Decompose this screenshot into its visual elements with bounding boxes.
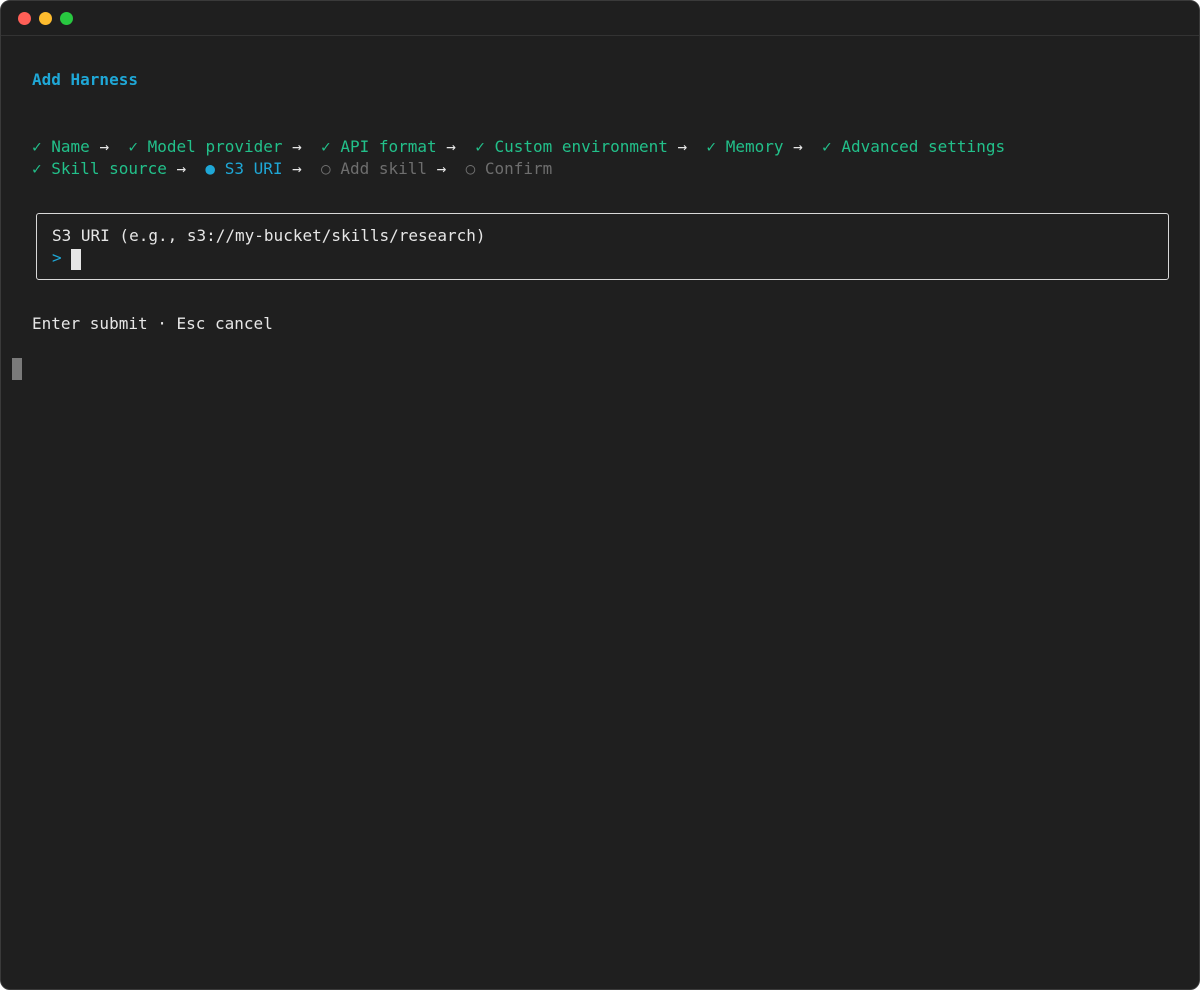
keyboard-hint: Enter submit · Esc cancel bbox=[32, 314, 273, 333]
active-dot-icon: ● bbox=[205, 159, 216, 178]
check-icon: ✓ bbox=[128, 137, 138, 156]
page-title: Add Harness bbox=[32, 70, 138, 89]
close-button[interactable] bbox=[18, 12, 31, 25]
prompt-icon: > bbox=[52, 248, 62, 267]
step-memory: ✓ Memory bbox=[706, 137, 784, 156]
step-confirm: ○ Confirm bbox=[465, 159, 553, 178]
text-cursor bbox=[71, 249, 81, 270]
terminal-cursor bbox=[12, 358, 22, 380]
step-name: ✓ Name bbox=[32, 137, 90, 156]
check-icon: ✓ bbox=[706, 137, 717, 156]
step-model-provider: ✓ Model provider bbox=[128, 137, 283, 156]
step-add-skill: ○ Add skill bbox=[321, 159, 428, 178]
wizard-steps-row-2: ✓ Skill source → ● S3 URI → ○ Add skill … bbox=[32, 158, 552, 180]
arrow-icon: → bbox=[292, 159, 302, 178]
title-bar bbox=[1, 1, 1199, 36]
step-s3-uri: ● S3 URI bbox=[205, 159, 283, 178]
arrow-icon: → bbox=[446, 137, 456, 156]
check-icon: ✓ bbox=[822, 137, 832, 156]
check-icon: ✓ bbox=[321, 137, 331, 156]
arrow-icon: → bbox=[292, 137, 302, 156]
step-advanced-settings: ✓ Advanced settings bbox=[822, 137, 1006, 156]
check-icon: ✓ bbox=[32, 159, 42, 178]
arrow-icon: → bbox=[793, 137, 803, 156]
wizard-steps-row-1: ✓ Name → ✓ Model provider → ✓ API format… bbox=[32, 136, 1005, 158]
arrow-icon: → bbox=[677, 137, 688, 156]
arrow-icon: → bbox=[99, 137, 110, 156]
terminal-window: Add Harness ✓ Name → ✓ Model provider → … bbox=[0, 0, 1200, 990]
step-custom-environment: ✓ Custom environment bbox=[475, 137, 668, 156]
s3-uri-input-label: S3 URI (e.g., s3://my-bucket/skills/rese… bbox=[52, 226, 486, 245]
pending-circle-icon: ○ bbox=[465, 159, 476, 178]
arrow-icon: → bbox=[436, 159, 447, 178]
minimize-button[interactable] bbox=[39, 12, 52, 25]
check-icon: ✓ bbox=[32, 137, 42, 156]
step-api-format: ✓ API format bbox=[321, 137, 437, 156]
step-skill-source: ✓ Skill source bbox=[32, 159, 167, 178]
s3-uri-input-box[interactable]: S3 URI (e.g., s3://my-bucket/skills/rese… bbox=[36, 213, 1169, 280]
pending-circle-icon: ○ bbox=[321, 159, 331, 178]
check-icon: ✓ bbox=[475, 137, 485, 156]
maximize-button[interactable] bbox=[60, 12, 73, 25]
arrow-icon: → bbox=[176, 159, 187, 178]
